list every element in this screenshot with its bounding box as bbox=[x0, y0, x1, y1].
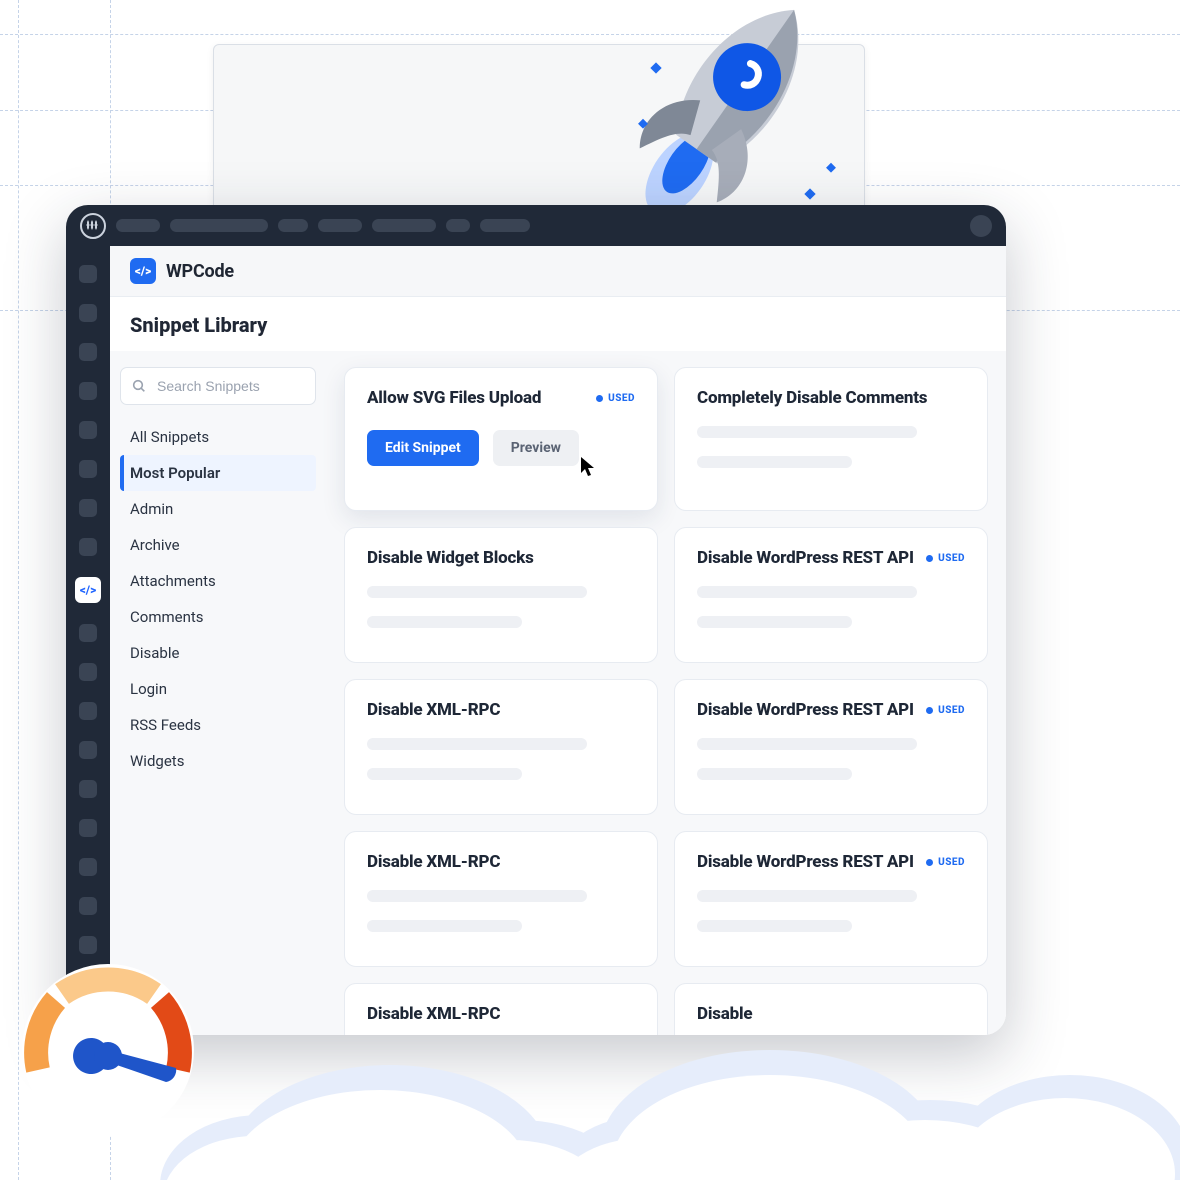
category-item[interactable]: All Snippets bbox=[120, 419, 316, 455]
titlebar-placeholder bbox=[446, 219, 470, 232]
snippet-title: Allow SVG Files Upload bbox=[367, 388, 541, 408]
snippet-card[interactable]: Disable WordPress REST API USED bbox=[674, 679, 988, 815]
titlebar-avatar bbox=[970, 215, 992, 237]
titlebar-placeholder bbox=[318, 219, 362, 232]
titlebar-placeholder bbox=[170, 219, 268, 232]
search-icon bbox=[131, 378, 147, 394]
snippet-title: Disable WordPress REST API bbox=[697, 852, 914, 872]
skeleton-line bbox=[367, 768, 522, 780]
titlebar-placeholder bbox=[480, 219, 530, 232]
snippet-card[interactable]: Disable WordPress REST API USED bbox=[674, 527, 988, 663]
snippet-card[interactable]: Disable XML-RPC bbox=[344, 831, 658, 967]
snippet-title: Disable XML-RPC bbox=[367, 700, 500, 720]
admin-menu-item[interactable] bbox=[79, 780, 97, 798]
titlebar-placeholder bbox=[278, 219, 308, 232]
window-titlebar bbox=[66, 205, 1006, 246]
snippet-card[interactable]: Allow SVG Files Upload USED Edit Snippet Pr… bbox=[344, 367, 658, 511]
category-item[interactable]: RSS Feeds bbox=[120, 707, 316, 743]
admin-menu-item[interactable] bbox=[79, 702, 97, 720]
category-item[interactable]: Admin bbox=[120, 491, 316, 527]
admin-menu-item[interactable] bbox=[79, 460, 97, 478]
admin-menu-item[interactable] bbox=[79, 741, 97, 759]
skeleton-line bbox=[697, 426, 917, 438]
skeleton-line bbox=[367, 586, 587, 598]
admin-menu-item[interactable] bbox=[79, 897, 97, 915]
wpcode-icon: </> bbox=[130, 258, 156, 284]
snippet-title: Disable WordPress REST API bbox=[697, 700, 914, 720]
used-badge: USED bbox=[926, 553, 965, 564]
category-item[interactable]: Widgets bbox=[120, 743, 316, 779]
category-item[interactable]: Archive bbox=[120, 527, 316, 563]
skeleton-line bbox=[697, 738, 917, 750]
page-title: Snippet Library bbox=[130, 313, 267, 337]
rocket-icon bbox=[576, 0, 886, 240]
skeleton-line bbox=[367, 738, 587, 750]
admin-menu-item-wpcode[interactable]: </> bbox=[75, 577, 101, 603]
search-box[interactable] bbox=[120, 367, 316, 405]
gauge-icon bbox=[8, 940, 208, 1140]
snippet-title: Disable XML-RPC bbox=[367, 852, 500, 872]
skeleton-line bbox=[367, 890, 587, 902]
skeleton-line bbox=[697, 456, 852, 468]
skeleton-line bbox=[697, 890, 917, 902]
cloud-icon bbox=[130, 960, 1180, 1180]
snippet-card[interactable]: Disable Widget Blocks bbox=[344, 527, 658, 663]
snippet-grid: Allow SVG Files Upload USED Edit Snippet Pr… bbox=[326, 351, 1006, 1035]
skeleton-line bbox=[697, 586, 917, 598]
admin-menu-item[interactable] bbox=[79, 663, 97, 681]
snippet-title: Completely Disable Comments bbox=[697, 388, 927, 408]
wp-admin-sidebar: </> bbox=[66, 246, 110, 1035]
admin-menu-item[interactable] bbox=[79, 624, 97, 642]
category-item[interactable]: Disable bbox=[120, 635, 316, 671]
admin-menu-item[interactable] bbox=[79, 499, 97, 517]
admin-menu-item[interactable] bbox=[79, 538, 97, 556]
admin-menu-item[interactable] bbox=[79, 265, 97, 283]
admin-menu-item[interactable] bbox=[79, 304, 97, 322]
skeleton-line bbox=[367, 616, 522, 628]
preview-button[interactable]: Preview bbox=[493, 430, 579, 466]
admin-menu-item[interactable] bbox=[79, 343, 97, 361]
category-item[interactable]: Attachments bbox=[120, 563, 316, 599]
category-item[interactable]: Most Popular bbox=[120, 455, 316, 491]
snippet-card[interactable]: Disable XML-RPC bbox=[344, 679, 658, 815]
snippet-title: Disable Widget Blocks bbox=[367, 548, 534, 568]
used-badge: USED bbox=[596, 393, 635, 404]
admin-menu-item[interactable] bbox=[79, 858, 97, 876]
admin-menu-item[interactable] bbox=[79, 819, 97, 837]
admin-menu-item[interactable] bbox=[79, 421, 97, 439]
snippet-card[interactable]: Completely Disable Comments bbox=[674, 367, 988, 511]
page-header: Snippet Library bbox=[110, 297, 1006, 353]
skeleton-line bbox=[697, 768, 852, 780]
used-badge: USED bbox=[926, 857, 965, 868]
app-brand-bar: </> WPCode bbox=[110, 246, 1006, 297]
category-item[interactable]: Comments bbox=[120, 599, 316, 635]
skeleton-line bbox=[697, 920, 852, 932]
titlebar-placeholder bbox=[116, 219, 160, 232]
category-sidebar: All SnippetsMost PopularAdminArchiveAtta… bbox=[110, 351, 326, 1035]
admin-menu-item[interactable] bbox=[79, 382, 97, 400]
skeleton-line bbox=[697, 616, 852, 628]
edit-snippet-button[interactable]: Edit Snippet bbox=[367, 430, 479, 466]
search-input[interactable] bbox=[155, 377, 305, 395]
wpcode-brand-name: WPCode bbox=[166, 261, 234, 282]
snippet-title: Disable WordPress REST API bbox=[697, 548, 914, 568]
wordpress-icon bbox=[80, 213, 106, 239]
category-item[interactable]: Login bbox=[120, 671, 316, 707]
browser-window: </> </> WPCode Snippet Library bbox=[66, 205, 1006, 1035]
snippet-card[interactable]: Disable WordPress REST API USED bbox=[674, 831, 988, 967]
skeleton-line bbox=[367, 920, 522, 932]
titlebar-placeholder bbox=[372, 219, 436, 232]
used-badge: USED bbox=[926, 705, 965, 716]
